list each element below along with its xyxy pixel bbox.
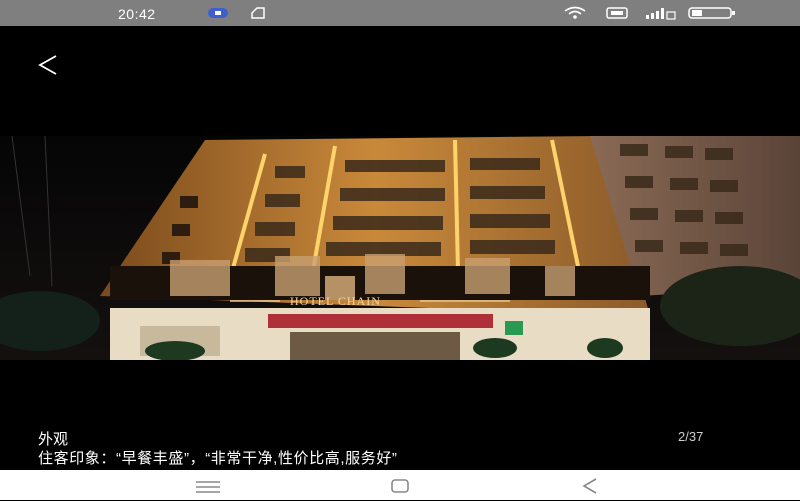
- status-time: 20:42: [118, 6, 156, 22]
- hotel-sign-text: HOTEL CHAIN: [290, 294, 381, 308]
- photo-page-counter: 2/37: [678, 429, 704, 444]
- hotel-exterior-photo[interactable]: HOTEL CHAIN: [0, 136, 800, 360]
- back-icon: [582, 478, 597, 494]
- nfc-icon: [606, 6, 628, 25]
- guest-impression-text: 住客印象：“早餐丰盛”，“非常干净,性价比高,服务好”: [38, 450, 398, 467]
- wifi-icon: [563, 6, 587, 25]
- app-notification-icon: [207, 6, 229, 25]
- sim-icon: [250, 6, 266, 25]
- chevron-left-icon: [38, 55, 57, 75]
- battery-icon: [688, 6, 738, 25]
- system-nav-bar: [0, 470, 800, 500]
- home-button[interactable]: [380, 476, 420, 496]
- status-bar: 20:42: [0, 0, 800, 26]
- signal-icon: [644, 6, 678, 25]
- back-button[interactable]: [30, 50, 64, 80]
- menu-button[interactable]: [188, 476, 228, 496]
- system-back-button[interactable]: [570, 476, 610, 496]
- photo-caption-title: 外观: [38, 431, 69, 448]
- menu-icon: [196, 481, 220, 493]
- home-icon: [391, 479, 409, 493]
